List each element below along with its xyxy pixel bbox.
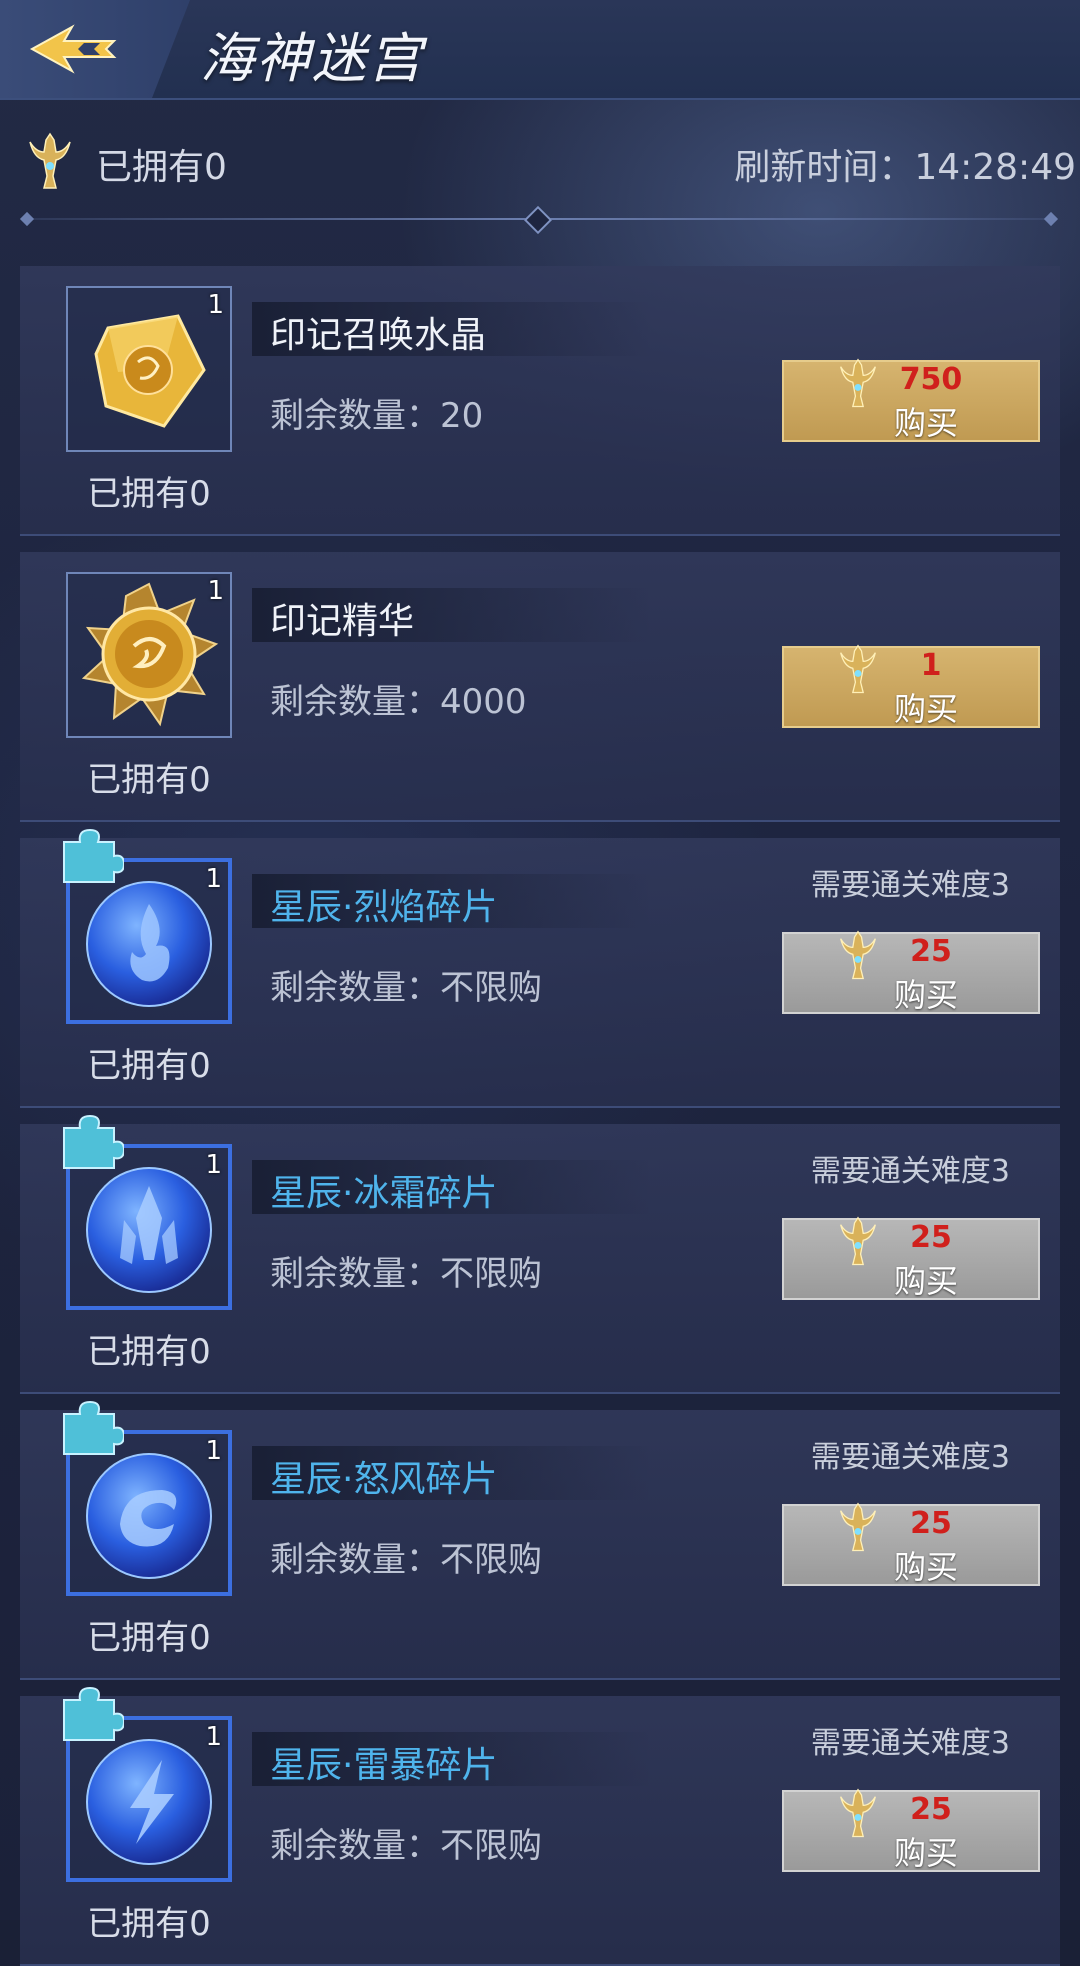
buy-button-label: 购买	[893, 690, 958, 728]
item-owned: 已拥有0	[87, 760, 211, 800]
shop-item: 1 已拥有0 印记精华 剩余数量：4000 1 购买	[20, 552, 1060, 822]
shop-item: 1 已拥有0 星辰·怒风碎片 剩余数量：不限购 需要通关难度3 25 购买	[20, 1400, 1060, 1680]
buy-button-label: 购买	[893, 1548, 958, 1586]
buy-button[interactable]: 25 购买	[782, 1788, 1040, 1872]
shop-item: 1 已拥有0 星辰·烈焰碎片 剩余数量：不限购 需要通关难度3 25 购买	[20, 828, 1060, 1108]
buy-button-label: 购买	[893, 976, 958, 1014]
item-owned: 已拥有0	[87, 1046, 211, 1086]
unlock-requirement: 需要通关难度3	[810, 1726, 1010, 1761]
item-price: 750	[899, 362, 963, 397]
shop-item: 1 已拥有0 星辰·雷暴碎片 剩余数量：不限购 需要通关难度3 25 购买	[20, 1686, 1060, 1966]
shop-item: 1 已拥有0 印记召唤水晶 剩余数量：20 750 购买	[20, 266, 1060, 536]
unlock-requirement: 需要通关难度3	[810, 1440, 1010, 1475]
puzzle-piece-icon	[63, 828, 124, 883]
item-name: 星辰·怒风碎片	[270, 1459, 498, 1500]
unlock-requirement: 需要通关难度3	[810, 1154, 1010, 1189]
item-quantity: 1	[205, 1436, 222, 1466]
item-remaining: 剩余数量：不限购	[270, 968, 542, 1008]
item-price: 25	[910, 1506, 952, 1541]
item-owned: 已拥有0	[87, 474, 211, 514]
item-remaining: 剩余数量：不限购	[270, 1254, 542, 1294]
item-quantity: 1	[205, 1722, 222, 1752]
buy-button[interactable]: 25 购买	[782, 1216, 1040, 1300]
item-name: 印记精华	[270, 601, 415, 642]
top-bar: 海神迷宫	[0, 0, 1080, 100]
item-remaining: 剩余数量：20	[270, 396, 484, 436]
item-name: 星辰·烈焰碎片	[270, 887, 498, 928]
item-remaining: 剩余数量：4000	[270, 682, 527, 722]
item-price: 1	[920, 648, 942, 683]
unlock-requirement: 需要通关难度3	[810, 868, 1010, 903]
page-title: 海神迷宫	[200, 27, 424, 90]
back-arrow-icon	[29, 24, 117, 74]
item-owned: 已拥有0	[87, 1332, 211, 1372]
owned-currency-count: 已拥有0	[96, 147, 227, 188]
item-name: 星辰·冰霜碎片	[270, 1173, 498, 1214]
back-button[interactable]	[0, 0, 190, 98]
gold-crystal-icon	[94, 314, 206, 428]
status-row: 已拥有0 刷新时间：14:28:49	[0, 118, 1080, 198]
item-price: 25	[910, 934, 952, 969]
item-price: 25	[910, 1792, 952, 1827]
item-quantity: 1	[207, 576, 224, 606]
trident-icon	[29, 132, 71, 189]
item-name: 星辰·雷暴碎片	[270, 1745, 498, 1786]
puzzle-piece-icon	[63, 1686, 124, 1741]
item-icon-frame[interactable]: 1	[66, 286, 232, 452]
refresh-time: 刷新时间：14:28:49	[734, 147, 1076, 188]
item-owned: 已拥有0	[87, 1904, 211, 1944]
puzzle-piece-icon	[63, 1114, 124, 1169]
buy-button[interactable]: 25 购买	[782, 1502, 1040, 1586]
gold-coin-icon	[81, 582, 219, 727]
item-name: 印记召唤水晶	[270, 315, 487, 356]
item-remaining: 剩余数量：不限购	[270, 1826, 542, 1866]
buy-button-label: 购买	[893, 404, 958, 442]
item-owned: 已拥有0	[87, 1618, 211, 1658]
item-quantity: 1	[207, 290, 224, 320]
puzzle-piece-icon	[63, 1400, 124, 1455]
buy-button[interactable]: 1 购买	[782, 644, 1040, 728]
buy-button-label: 购买	[893, 1262, 958, 1300]
buy-button[interactable]: 25 购买	[782, 930, 1040, 1014]
item-price: 25	[910, 1220, 952, 1255]
item-quantity: 1	[205, 864, 222, 894]
shop-item: 1 已拥有0 星辰·冰霜碎片 剩余数量：不限购 需要通关难度3 25 购买	[20, 1114, 1060, 1394]
buy-button[interactable]: 750 购买	[782, 358, 1040, 442]
buy-button-label: 购买	[893, 1834, 958, 1872]
item-icon-frame[interactable]: 1	[66, 572, 232, 738]
item-remaining: 剩余数量：不限购	[270, 1540, 542, 1580]
item-quantity: 1	[205, 1150, 222, 1180]
